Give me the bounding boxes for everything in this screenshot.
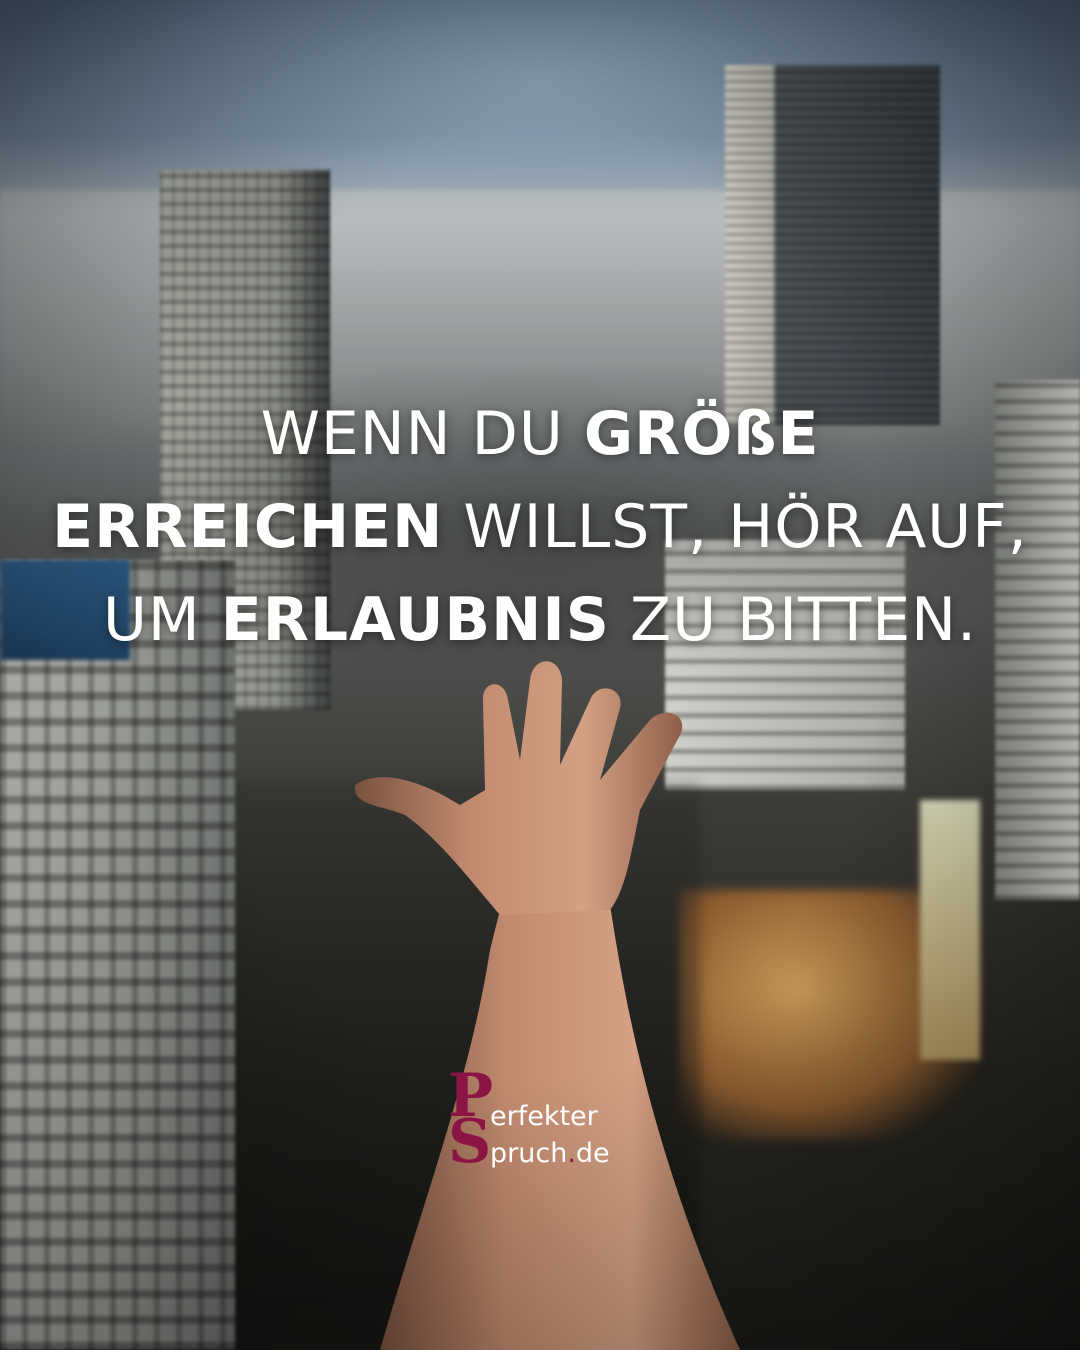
quote-regular: UM <box>102 585 221 655</box>
logo-line-1: erfekter <box>490 1101 598 1132</box>
logo-monogram-s: S <box>448 1107 492 1177</box>
quote-regular: WENN DU <box>260 399 584 469</box>
quote-text: WENN DU GRÖßE ERREICHEN WILLST, HÖR AUF,… <box>30 388 1050 667</box>
brand-logo: P S erfekter pruch.de <box>446 1066 646 1177</box>
logo-word: pruch <box>490 1138 568 1169</box>
logo-dot: . <box>567 1138 576 1169</box>
logo-tld: de <box>575 1138 610 1169</box>
logo-line-2: pruch.de <box>490 1139 610 1169</box>
quote-regular: WILLST, HÖR AUF, <box>443 492 1028 562</box>
quote-bold: ERLAUBNIS <box>220 585 610 655</box>
quote-bold: ERREICHEN <box>52 492 444 562</box>
logo-monogram: P S <box>446 1066 493 1177</box>
background-photo: WENN DU GRÖßE ERREICHEN WILLST, HÖR AUF,… <box>0 0 1080 1350</box>
quote-regular: ZU BITTEN. <box>609 585 978 655</box>
quote-bold: GRÖßE <box>583 399 820 469</box>
